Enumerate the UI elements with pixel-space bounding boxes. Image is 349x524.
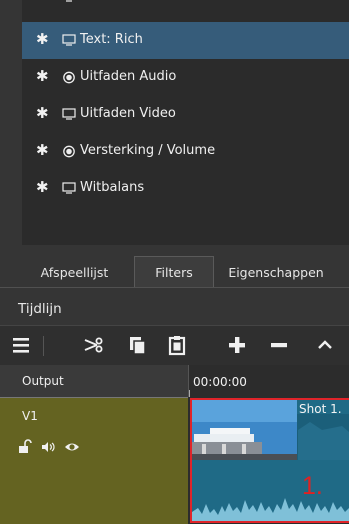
filter-item-text-rich[interactable]: ✱ Text: Rich [22,22,349,59]
monitor-icon [62,182,76,194]
up-icon[interactable] [314,334,336,356]
toolbar-separator [43,336,44,356]
star-icon: ✱ [36,104,49,122]
star-icon: ✱ [36,67,49,85]
razor-icon[interactable] [83,334,105,356]
timeline-clip[interactable]: Shot 1. 1. [190,398,349,523]
output-header: Output [0,365,188,397]
star-icon: ✱ [36,178,49,196]
filter-item-partial[interactable]: ✱ [22,0,349,15]
add-icon[interactable] [226,334,248,356]
star-icon: ✱ [36,141,49,159]
tab-filters[interactable]: Filters [134,256,214,288]
paste-icon[interactable] [166,334,188,356]
filter-label: Uitfaden Video [80,106,176,121]
ruler-mark [189,390,190,397]
timeline-toolbar [0,325,349,365]
filter-label: Versterking / Volume [80,143,216,158]
output-label: Output [22,374,64,388]
time-ruler[interactable]: 00:00:00 [188,365,349,397]
clip-label: Shot 1. [299,402,342,416]
star-icon: ✱ [36,30,49,48]
filter-item-uitfaden-audio[interactable]: ✱ Uitfaden Audio [22,59,349,96]
tab-afspeellijst[interactable]: Afspeellijst [22,256,127,288]
lock-open-icon[interactable] [17,439,33,455]
filter-item-witbalans[interactable]: ✱ Witbalans [22,170,349,207]
monitor-icon [62,108,76,120]
filter-label: Witbalans [80,180,145,195]
monitor-icon [62,34,76,46]
filter-item-uitfaden-video[interactable]: ✱ Uitfaden Video [22,96,349,133]
copy-icon[interactable] [126,334,148,356]
tab-eigenschappen[interactable]: Eigenschappen [216,256,336,288]
remove-icon[interactable] [268,334,290,356]
track-name: V1 [22,409,38,423]
filter-list: ✱ ✱ Text: Rich ✱ Uitfaden Audio ✱ Uitfad… [22,0,349,245]
filter-label: Uitfaden Audio [80,69,177,84]
clip-thumbnail [192,400,349,521]
monitor-icon [66,0,72,2]
speaker-circle-icon [63,145,75,158]
timeline-title: Tijdlijn [18,301,62,317]
filter-item-versterking-volume[interactable]: ✱ Versterking / Volume [22,133,349,170]
track-header-v1[interactable]: V1 [0,397,188,524]
menu-icon[interactable] [10,334,32,356]
eye-icon[interactable] [64,439,80,455]
clip-number-annotation: 1. [302,472,323,500]
ruler-time: 00:00:00 [193,375,247,389]
tab-bar: Afspeellijst Filters Eigenschappen [0,245,349,289]
filter-label: Text: Rich [80,32,143,47]
tab-divider [0,287,349,288]
star-icon: ✱ [36,0,49,4]
speaker-icon[interactable] [40,439,56,455]
speaker-circle-icon [63,71,75,84]
